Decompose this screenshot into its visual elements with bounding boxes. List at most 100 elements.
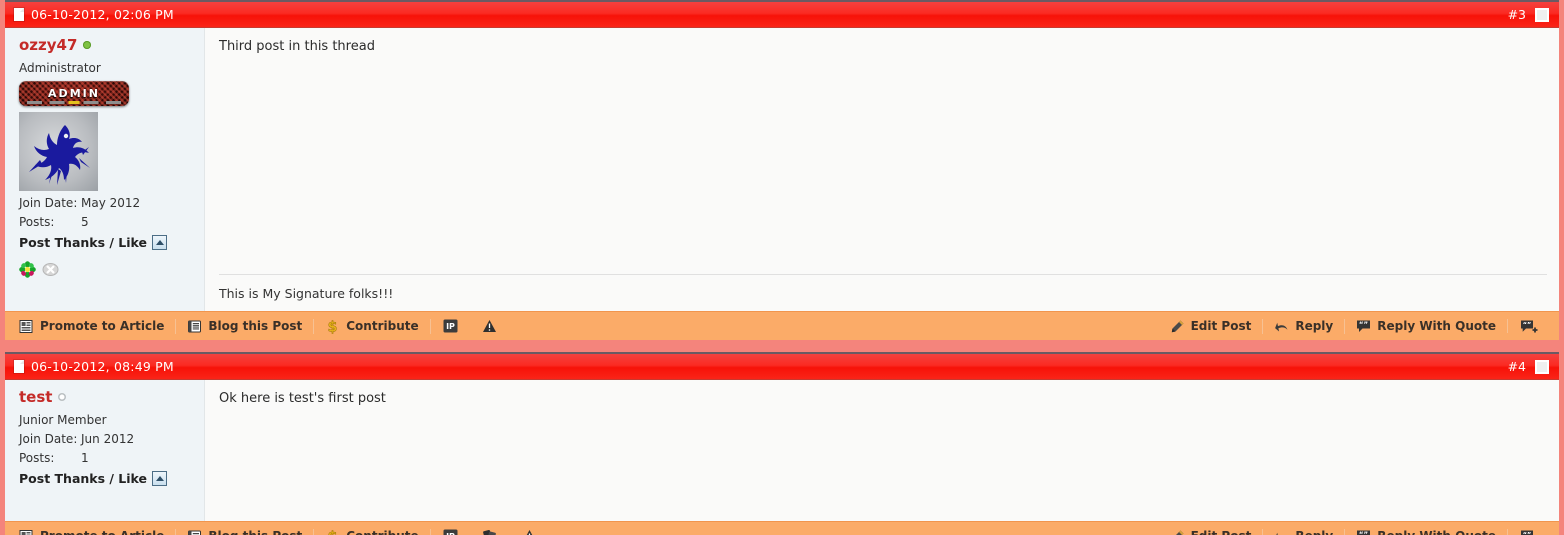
quote-bubble-icon: “” xyxy=(1357,320,1371,332)
msn-icon-disabled[interactable] xyxy=(42,261,59,278)
post-header: 06-10-2012, 08:49 PM #4 xyxy=(5,352,1559,380)
post-container: 06-10-2012, 02:06 PM #3 ozzy47 Administr… xyxy=(0,0,1564,340)
post-number[interactable]: #3 xyxy=(1508,7,1526,22)
report-post-button[interactable] xyxy=(510,529,549,535)
dragon-avatar-graphic xyxy=(29,125,90,185)
stat-value: May 2012 xyxy=(81,196,141,210)
pencil-icon xyxy=(1175,530,1184,535)
post-number[interactable]: #4 xyxy=(1508,359,1526,374)
action-label: Promote to Article xyxy=(40,529,164,535)
dollar-icon: $ xyxy=(328,319,338,334)
post-content: Ok here is test's first post xyxy=(205,380,1559,521)
svg-text:$: $ xyxy=(328,529,338,535)
ip-button[interactable]: IP xyxy=(431,319,470,333)
post-content: Third post in this thread This is My Sig… xyxy=(205,28,1559,311)
post-header: 06-10-2012, 02:06 PM #3 xyxy=(5,0,1559,28)
post-header-right: #3 xyxy=(1508,7,1549,22)
multiquote-button[interactable]: “” xyxy=(1508,529,1551,535)
post-thanks-like-row[interactable]: Post Thanks / Like xyxy=(19,471,204,486)
infraction-button[interactable] xyxy=(470,529,510,535)
infraction-card-icon xyxy=(482,529,496,535)
post-date: 06-10-2012, 08:49 PM xyxy=(31,359,174,374)
user-title: Junior Member xyxy=(19,413,107,427)
post-header-left: 06-10-2012, 02:06 PM xyxy=(14,7,174,22)
action-label: Blog this Post xyxy=(208,529,302,535)
post-select-checkbox[interactable] xyxy=(1535,359,1549,374)
offline-status-icon xyxy=(58,393,67,401)
article-icon xyxy=(19,529,33,535)
username-row: ozzy47 xyxy=(19,36,204,54)
admin-rank-badge: ADMIN xyxy=(19,81,129,106)
post-action-bar: Promote to Article Blog this Post $ Cont… xyxy=(5,521,1559,535)
multiquote-button[interactable]: “” xyxy=(1508,319,1551,334)
online-status-icon xyxy=(83,41,92,49)
action-label: Contribute xyxy=(346,529,418,535)
chevron-up-icon[interactable] xyxy=(152,471,168,486)
action-bar-left: Promote to Article Blog this Post $ Cont… xyxy=(15,318,509,334)
ip-icon: IP xyxy=(443,319,458,333)
report-post-button[interactable] xyxy=(470,319,509,333)
action-label: Reply xyxy=(1295,529,1333,535)
warning-icon xyxy=(482,320,496,332)
post-thanks-like-row[interactable]: Post Thanks / Like xyxy=(19,235,204,250)
blog-icon xyxy=(188,320,202,332)
contribute-button[interactable]: $ Contribute xyxy=(314,528,431,535)
stat-label: Join Date: xyxy=(19,196,78,210)
svg-text:“”: “” xyxy=(1523,320,1532,328)
action-label: Reply xyxy=(1295,319,1334,333)
svg-text:“”: “” xyxy=(1359,531,1368,535)
user-info-panel: ozzy47 Administrator ADMIN Join Date: Ma… xyxy=(5,28,205,311)
username-link[interactable]: test xyxy=(19,388,52,406)
avatar[interactable] xyxy=(19,112,98,191)
blog-this-post-button[interactable]: Blog this Post xyxy=(176,528,315,535)
edit-post-button[interactable]: Edit Post xyxy=(1159,318,1264,334)
blog-icon xyxy=(188,530,202,535)
ip-button[interactable]: IP xyxy=(431,529,470,535)
edit-post-button[interactable]: Edit Post xyxy=(1159,528,1264,535)
stat-posts: Posts: 5 xyxy=(19,215,204,229)
svg-text:“”: “” xyxy=(1523,530,1532,535)
blog-this-post-button[interactable]: Blog this Post xyxy=(176,318,315,334)
post-container: 06-10-2012, 08:49 PM #4 test Junior Memb… xyxy=(0,352,1564,535)
dollar-icon: $ xyxy=(328,529,338,535)
post-select-checkbox[interactable] xyxy=(1535,7,1549,22)
post-header-right: #4 xyxy=(1508,359,1549,374)
action-label: Contribute xyxy=(346,319,419,333)
article-icon xyxy=(19,319,33,333)
user-title: Administrator xyxy=(19,61,101,75)
action-label: Blog this Post xyxy=(208,319,303,333)
stat-label: Join Date: xyxy=(19,432,78,446)
forum-thread-page: 06-10-2012, 02:06 PM #3 ozzy47 Administr… xyxy=(0,0,1564,535)
post-thanks-like-label: Post Thanks / Like xyxy=(19,471,148,486)
promote-to-article-button[interactable]: Promote to Article xyxy=(15,318,177,334)
post-date: 06-10-2012, 02:06 PM xyxy=(31,7,174,22)
multiquote-icon: “” xyxy=(1521,320,1538,332)
reply-arrow-icon xyxy=(1275,532,1288,535)
icq-icon[interactable] xyxy=(19,261,36,278)
reply-button[interactable]: Reply xyxy=(1263,528,1346,535)
chevron-up-icon[interactable] xyxy=(152,235,168,250)
multiquote-icon: “” xyxy=(1521,530,1533,535)
reply-with-quote-button[interactable]: “” Reply With Quote xyxy=(1345,319,1508,333)
page-icon xyxy=(14,8,24,21)
username-link[interactable]: ozzy47 xyxy=(19,36,77,54)
reply-with-quote-button[interactable]: “” Reply With Quote xyxy=(1345,529,1508,535)
action-label: Edit Post xyxy=(1190,319,1252,333)
svg-text:$: $ xyxy=(328,319,338,334)
stat-value: Jun 2012 xyxy=(81,432,135,446)
post-body: ozzy47 Administrator ADMIN Join Date: Ma… xyxy=(5,28,1559,311)
stat-posts: Posts: 1 xyxy=(19,451,204,465)
social-icons-row xyxy=(19,261,204,278)
user-info-panel: test Junior Member Join Date: Jun 2012 P… xyxy=(5,380,205,521)
reply-button[interactable]: Reply xyxy=(1263,318,1346,334)
signature-text: This is My Signature folks!!! xyxy=(219,286,394,301)
contribute-button[interactable]: $ Contribute xyxy=(314,318,431,334)
action-bar-right: Edit Post Reply “” Reply With Quote xyxy=(1159,318,1551,334)
reply-arrow-icon xyxy=(1275,322,1288,332)
stat-join-date: Join Date: Jun 2012 xyxy=(19,432,204,446)
stat-label: Posts: xyxy=(19,215,55,229)
promote-to-article-button[interactable]: Promote to Article xyxy=(15,528,177,535)
post-message: Third post in this thread xyxy=(219,39,375,54)
page-icon xyxy=(14,360,24,373)
username-row: test xyxy=(19,388,204,406)
